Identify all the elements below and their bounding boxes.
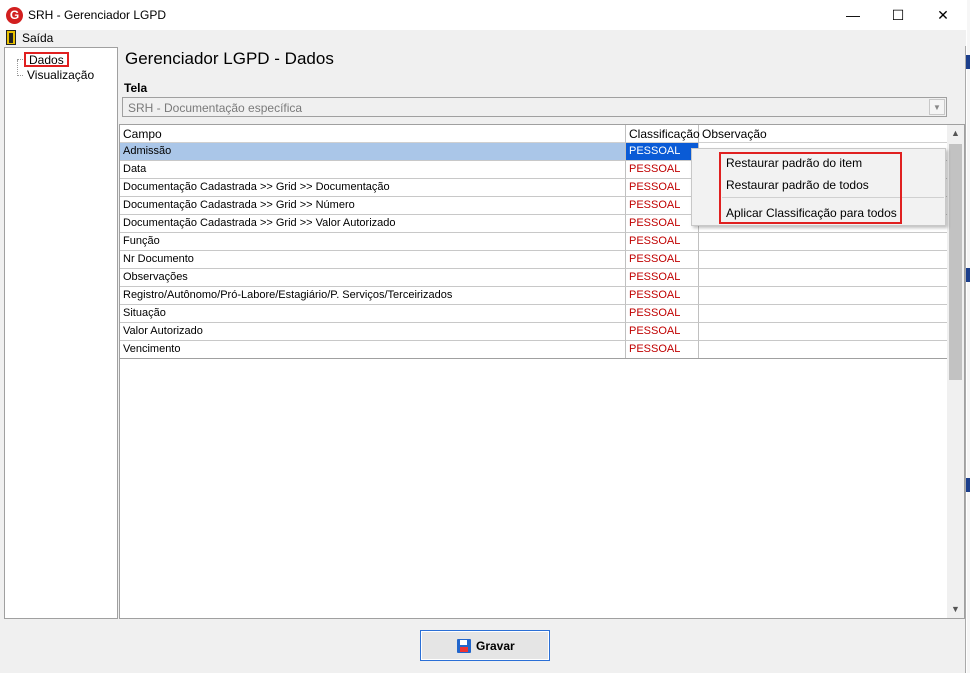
cell-classificacao[interactable]: PESSOAL	[626, 197, 699, 215]
cell-observacao[interactable]	[699, 305, 948, 323]
cell-observacao[interactable]	[699, 341, 948, 359]
cell-campo[interactable]: Documentação Cadastrada >> Grid >> Docum…	[120, 179, 626, 197]
cell-campo[interactable]: Documentação Cadastrada >> Grid >> Valor…	[120, 215, 626, 233]
highlight-box	[719, 152, 902, 224]
cell-classificacao[interactable]: PESSOAL	[626, 233, 699, 251]
cell-campo[interactable]: Admissão	[120, 143, 626, 161]
maximize-button[interactable]: ☐	[875, 0, 921, 30]
save-button-label: Gravar	[476, 639, 515, 653]
table-row[interactable]: Nr Documento PESSOAL	[120, 251, 948, 269]
scroll-down-icon[interactable]: ▼	[947, 601, 964, 618]
cell-campo[interactable]: Função	[120, 233, 626, 251]
exit-door-icon[interactable]	[6, 30, 16, 45]
close-button[interactable]: ✕	[920, 0, 966, 30]
table-row[interactable]: Função PESSOAL	[120, 233, 948, 251]
tree-connector	[17, 60, 18, 76]
tree-item-visualizacao[interactable]: Visualização	[24, 68, 97, 83]
tela-label: Tela	[124, 81, 148, 95]
page-title: Gerenciador LGPD - Dados	[125, 49, 334, 68]
cell-classificacao[interactable]: PESSOAL	[626, 269, 699, 287]
grid-end-line	[120, 358, 948, 359]
cell-classificacao[interactable]: PESSOAL	[626, 323, 699, 341]
table-row[interactable]: Observações PESSOAL	[120, 269, 948, 287]
navigation-tree: Dados Visualização	[4, 47, 118, 619]
table-row[interactable]: Registro/Autônomo/Pró-Labore/Estagiário/…	[120, 287, 948, 305]
window-title: SRH - Gerenciador LGPD	[28, 8, 167, 22]
cell-campo[interactable]: Registro/Autônomo/Pró-Labore/Estagiário/…	[120, 287, 626, 305]
cell-campo[interactable]: Nr Documento	[120, 251, 626, 269]
cell-classificacao[interactable]: PESSOAL	[626, 305, 699, 323]
cell-campo[interactable]: Situação	[120, 305, 626, 323]
main-window: G SRH - Gerenciador LGPD — ☐ ✕ Saída Dad…	[0, 0, 966, 673]
cell-classificacao[interactable]: PESSOAL	[626, 341, 699, 359]
grid-header: Campo Classificação Observação	[120, 125, 948, 143]
cell-campo[interactable]: Valor Autorizado	[120, 323, 626, 341]
tree-item-dados[interactable]: Dados	[24, 52, 69, 67]
cell-observacao[interactable]	[699, 269, 948, 287]
background-window-mark	[966, 268, 970, 282]
title-bar: G SRH - Gerenciador LGPD — ☐ ✕	[0, 0, 966, 30]
table-row[interactable]: Valor Autorizado PESSOAL	[120, 323, 948, 341]
vertical-scrollbar[interactable]: ▲ ▼	[947, 125, 964, 618]
table-row[interactable]: Situação PESSOAL	[120, 305, 948, 323]
cell-observacao[interactable]	[699, 251, 948, 269]
column-header-observacao[interactable]: Observação	[699, 125, 948, 143]
menu-exit[interactable]: Saída	[22, 31, 53, 45]
cell-campo[interactable]: Vencimento	[120, 341, 626, 359]
column-header-campo[interactable]: Campo	[120, 125, 626, 143]
cell-observacao[interactable]	[699, 233, 948, 251]
cell-campo[interactable]: Documentação Cadastrada >> Grid >> Númer…	[120, 197, 626, 215]
cell-observacao[interactable]	[699, 323, 948, 341]
save-button[interactable]: Gravar	[420, 630, 550, 661]
tela-select-value: SRH - Documentação específica	[128, 101, 303, 115]
tree-connector	[17, 59, 23, 60]
background-window-mark	[966, 478, 970, 492]
cell-classificacao[interactable]: PESSOAL	[626, 251, 699, 269]
cell-classificacao[interactable]: PESSOAL	[626, 179, 699, 197]
cell-classificacao[interactable]: PESSOAL	[626, 215, 699, 233]
cell-campo[interactable]: Data	[120, 161, 626, 179]
chevron-down-icon[interactable]: ▼	[929, 99, 945, 115]
scroll-up-icon[interactable]: ▲	[947, 125, 964, 142]
cell-classificacao[interactable]: PESSOAL	[626, 143, 699, 161]
context-menu: Restaurar padrão do item Restaurar padrã…	[691, 148, 946, 226]
cell-classificacao[interactable]: PESSOAL	[626, 161, 699, 179]
tela-select[interactable]: SRH - Documentação específica ▼	[122, 97, 947, 117]
cell-observacao[interactable]	[699, 287, 948, 305]
tree-connector	[17, 75, 23, 76]
cell-classificacao[interactable]: PESSOAL	[626, 287, 699, 305]
minimize-button[interactable]: —	[830, 0, 876, 30]
cell-campo[interactable]: Observações	[120, 269, 626, 287]
app-logo-icon: G	[6, 7, 23, 24]
scrollbar-thumb[interactable]	[949, 144, 962, 380]
column-header-classificacao[interactable]: Classificação	[626, 125, 700, 143]
menu-bar: Saída	[0, 30, 966, 46]
floppy-disk-icon	[457, 639, 471, 653]
table-row[interactable]: Vencimento PESSOAL	[120, 341, 948, 359]
background-window-mark	[966, 55, 970, 69]
